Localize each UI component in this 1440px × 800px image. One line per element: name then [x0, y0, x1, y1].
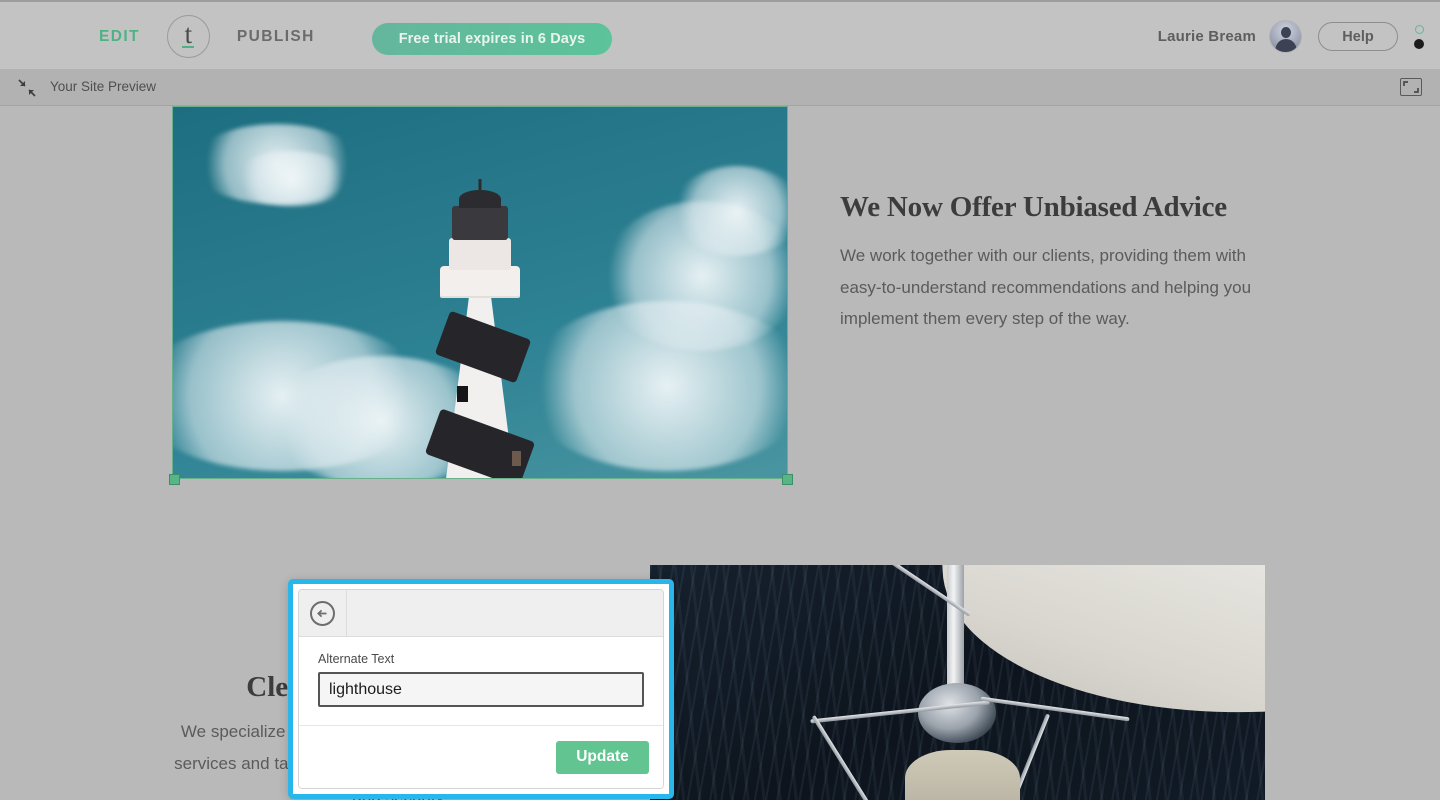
- hero-lighthouse-image[interactable]: [172, 106, 788, 479]
- avatar[interactable]: [1269, 20, 1302, 53]
- mast-shape: [947, 565, 964, 701]
- avatar-body-icon: [1275, 39, 1296, 52]
- expand-fullscreen-icon[interactable]: [1400, 78, 1422, 96]
- user-name-label: Laurie Bream: [1157, 28, 1256, 45]
- app-header: EDIT t PUBLISH Free trial expires in 6 D…: [0, 0, 1440, 69]
- selection-handle-bottom-right[interactable]: [782, 474, 793, 485]
- modal-header: [299, 590, 663, 637]
- free-trial-badge[interactable]: Free trial expires in 6 Days: [372, 23, 612, 55]
- nav-edit-link[interactable]: EDIT: [95, 22, 144, 52]
- site-preview-canvas[interactable]: We Now Offer Unbiased Advice We work tog…: [0, 106, 1440, 800]
- logo-underline-icon: [182, 45, 195, 48]
- alternate-text-label: Alternate Text: [318, 652, 395, 666]
- modal-footer: Update: [299, 726, 663, 788]
- header-account-group: Laurie Bream Help: [1158, 2, 1428, 71]
- lighthouse-lantern-glass: [452, 206, 508, 240]
- deck-shape: [905, 750, 1020, 800]
- site-preview-bar: Your Site Preview: [0, 69, 1440, 106]
- status-dot-outline-icon[interactable]: [1414, 24, 1424, 34]
- lighthouse-lantern-base: [449, 238, 511, 270]
- selection-handle-bottom-left[interactable]: [169, 474, 180, 485]
- alternate-text-modal: Alternate Text Update: [288, 579, 674, 799]
- lighthouse-finial: [478, 179, 482, 192]
- alternate-text-input[interactable]: [318, 672, 644, 707]
- modal-body: Alternate Text: [299, 637, 663, 726]
- hero-text-block: We Now Offer Unbiased Advice We work tog…: [840, 191, 1270, 335]
- avatar-head-icon: [1280, 27, 1291, 38]
- sailboat-image[interactable]: [650, 565, 1265, 800]
- logo-letter-icon: t: [184, 19, 193, 49]
- update-button[interactable]: Update: [556, 740, 649, 774]
- lighthouse-dome: [459, 190, 501, 208]
- help-button[interactable]: Help: [1318, 22, 1398, 51]
- cloud-shape: [232, 151, 352, 206]
- modal-back-cell: [299, 590, 347, 636]
- lighthouse-window: [457, 386, 468, 402]
- modal-panel: Alternate Text Update: [298, 589, 664, 789]
- mast-hub-shape: [918, 683, 996, 743]
- app-logo-button[interactable]: t: [166, 15, 210, 58]
- lighthouse-window: [512, 451, 521, 466]
- status-indicator-group: [1414, 24, 1424, 49]
- header-nav-group: EDIT t PUBLISH: [95, 2, 319, 71]
- collapse-arrows-icon[interactable]: [15, 78, 39, 98]
- hero-body-text: We work together with our clients, provi…: [840, 246, 1252, 329]
- back-arrow-circle-icon[interactable]: [310, 600, 335, 626]
- status-dot-filled-icon[interactable]: [1414, 38, 1424, 49]
- site-preview-label: Your Site Preview: [50, 79, 157, 94]
- hero-heading: We Now Offer Unbiased Advice: [840, 191, 1227, 223]
- lighthouse-gallery: [440, 266, 520, 296]
- nav-publish-link[interactable]: PUBLISH: [233, 22, 319, 52]
